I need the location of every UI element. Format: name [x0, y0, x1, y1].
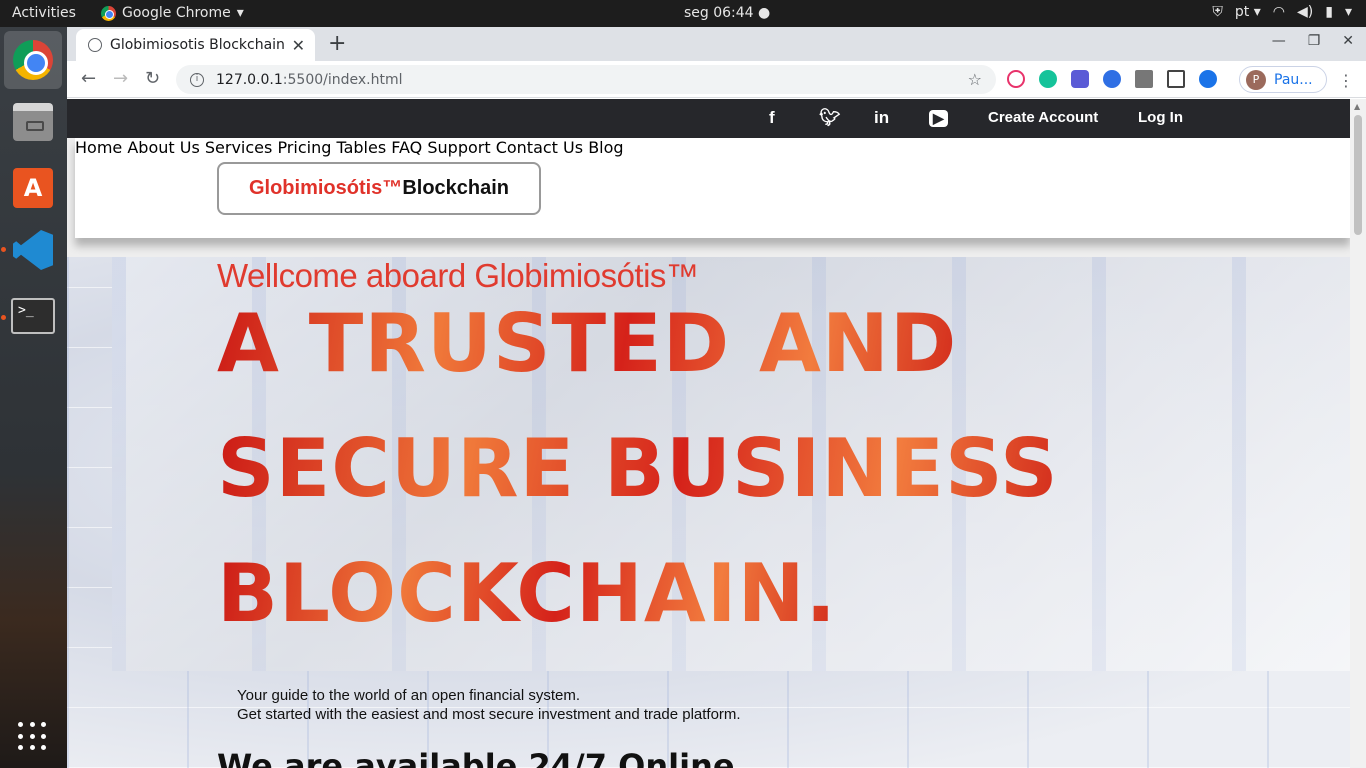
nav-home[interactable]: Home	[75, 138, 122, 157]
chevron-down-icon: ▾	[236, 5, 244, 21]
shield-icon[interactable]: ⛨	[1212, 4, 1223, 20]
reload-button[interactable]: ↻	[145, 68, 160, 89]
availability-heading: We are available 24/7 Online	[217, 747, 735, 768]
address-bar[interactable]: i 127.0.0.1:5500/index.html ☆	[176, 65, 996, 94]
maximize-button[interactable]: ❐	[1308, 33, 1321, 49]
app-menu-label: Google Chrome	[122, 5, 231, 21]
page-viewport: f 🐦︎ in ▶ Create Account Log In Globimio…	[67, 99, 1350, 768]
terminal-icon: >_	[11, 298, 55, 334]
language-indicator[interactable]: pt ▾	[1235, 4, 1261, 20]
dock-files[interactable]	[4, 93, 62, 151]
window-controls: — ❐ ✕	[1272, 33, 1354, 49]
dock-vscode[interactable]	[4, 221, 62, 279]
extension-icon[interactable]	[1103, 70, 1121, 88]
system-top-bar: Activities Google Chrome ▾ seg 06:44 ● ⛨…	[0, 0, 1366, 27]
vscode-icon	[13, 230, 53, 270]
facebook-icon[interactable]: f	[769, 108, 775, 128]
nav-blog[interactable]: Blog	[588, 138, 623, 157]
site-header: Globimiosótis™ Blockchain Home About Us S…	[75, 138, 1350, 238]
hero-welcome: Wellcome aboard Globimiosótis™	[217, 257, 699, 294]
show-apps-icon[interactable]	[18, 722, 48, 752]
linkedin-icon[interactable]: in	[874, 108, 889, 128]
chrome-icon	[13, 40, 53, 80]
hero-headline-line-3: BLOCKCHAIN.	[217, 547, 837, 640]
dock: A >_	[0, 27, 67, 768]
tab-strip: Globimiosotis Blockchain ✕ + — ❐ ✕	[67, 27, 1366, 61]
hero-headline-line-1: A TRUSTED AND	[217, 297, 958, 390]
dock-software[interactable]: A	[4, 159, 62, 217]
log-in-link[interactable]: Log In	[1138, 109, 1183, 126]
hero-section: Wellcome aboard Globimiosótis™ A TRUSTED…	[67, 257, 1350, 768]
back-button[interactable]: ←	[81, 68, 96, 89]
forward-button[interactable]: →	[113, 68, 128, 89]
battery-icon: ▮	[1325, 4, 1333, 20]
main-nav: Home About Us Services Pricing Tables FA…	[75, 138, 1350, 157]
profile-button[interactable]: P Pau...	[1239, 66, 1327, 93]
page-scrollbar[interactable]: ▲	[1350, 99, 1366, 768]
more-menu-icon[interactable]: ⋮	[1338, 71, 1354, 90]
nav-pricing-tables[interactable]: Pricing Tables	[277, 138, 386, 157]
nav-faq[interactable]: FAQ	[391, 138, 422, 157]
extensions-bar	[1007, 70, 1217, 88]
twitter-icon[interactable]: 🐦︎	[819, 108, 841, 128]
nav-services[interactable]: Services	[205, 138, 272, 157]
browser-window: Globimiosotis Blockchain ✕ + — ❐ ✕ ← → ↻…	[67, 27, 1366, 768]
minimize-button[interactable]: —	[1272, 33, 1286, 49]
software-store-icon: A	[13, 168, 53, 208]
nav-contact-us[interactable]: Contact Us	[496, 138, 583, 157]
bookmark-star-icon[interactable]: ☆	[968, 70, 982, 89]
video-extension-icon[interactable]	[1071, 70, 1089, 88]
hero-headline-line-2: SECURE BUSINESS	[217, 422, 1059, 515]
new-tab-button[interactable]: +	[328, 31, 346, 56]
volume-icon: ◀)	[1297, 4, 1314, 20]
close-icon[interactable]: ✕	[292, 36, 305, 55]
hero-subtext-1: Your guide to the world of an open finan…	[237, 687, 580, 704]
url-text[interactable]: 127.0.0.1:5500/index.html	[216, 72, 956, 88]
wifi-icon: ◠	[1272, 4, 1286, 20]
app-menu[interactable]: Google Chrome ▾	[101, 5, 244, 21]
tab-active[interactable]: Globimiosotis Blockchain ✕	[76, 29, 315, 61]
screenshot-icon[interactable]	[1167, 70, 1185, 88]
profile-name: Pau...	[1274, 71, 1313, 88]
avatar: P	[1246, 69, 1266, 90]
info-icon[interactable]: i	[190, 72, 204, 87]
youtube-icon[interactable]: ▶	[929, 110, 948, 127]
extension-icon[interactable]	[1199, 70, 1217, 88]
tab-title: Globimiosotis Blockchain	[110, 37, 284, 53]
activities-button[interactable]: Activities	[12, 5, 76, 21]
site-top-bar: f 🐦︎ in ▶ Create Account Log In	[67, 99, 1350, 138]
clock[interactable]: seg 06:44 ●	[684, 5, 770, 21]
scrollbar-thumb[interactable]	[1354, 115, 1362, 235]
chrome-icon	[101, 5, 116, 21]
dock-chrome[interactable]	[4, 31, 62, 89]
files-icon	[13, 103, 53, 141]
browser-toolbar: ← → ↻ i 127.0.0.1:5500/index.html ☆ P Pa…	[67, 61, 1366, 98]
create-account-link[interactable]: Create Account	[988, 109, 1098, 126]
scroll-up-icon[interactable]: ▲	[1354, 102, 1360, 111]
dock-terminal[interactable]: >_	[4, 287, 62, 345]
nav-about-us[interactable]: About Us	[127, 138, 199, 157]
close-window-button[interactable]: ✕	[1342, 33, 1354, 49]
system-tray[interactable]: ⛨ pt ▾ ◠ ◀) ▮ ▾	[1212, 4, 1352, 20]
nav-support[interactable]: Support	[427, 138, 490, 157]
site-logo[interactable]: Globimiosótis™ Blockchain	[217, 162, 541, 215]
hero-subtext-2: Get started with the easiest and most se…	[237, 706, 741, 723]
grammarly-icon[interactable]	[1039, 70, 1057, 88]
extension-icon[interactable]	[1007, 70, 1025, 88]
chevron-down-icon: ▾	[1344, 4, 1352, 20]
globe-icon	[88, 38, 102, 52]
eyedropper-icon[interactable]	[1135, 70, 1153, 88]
